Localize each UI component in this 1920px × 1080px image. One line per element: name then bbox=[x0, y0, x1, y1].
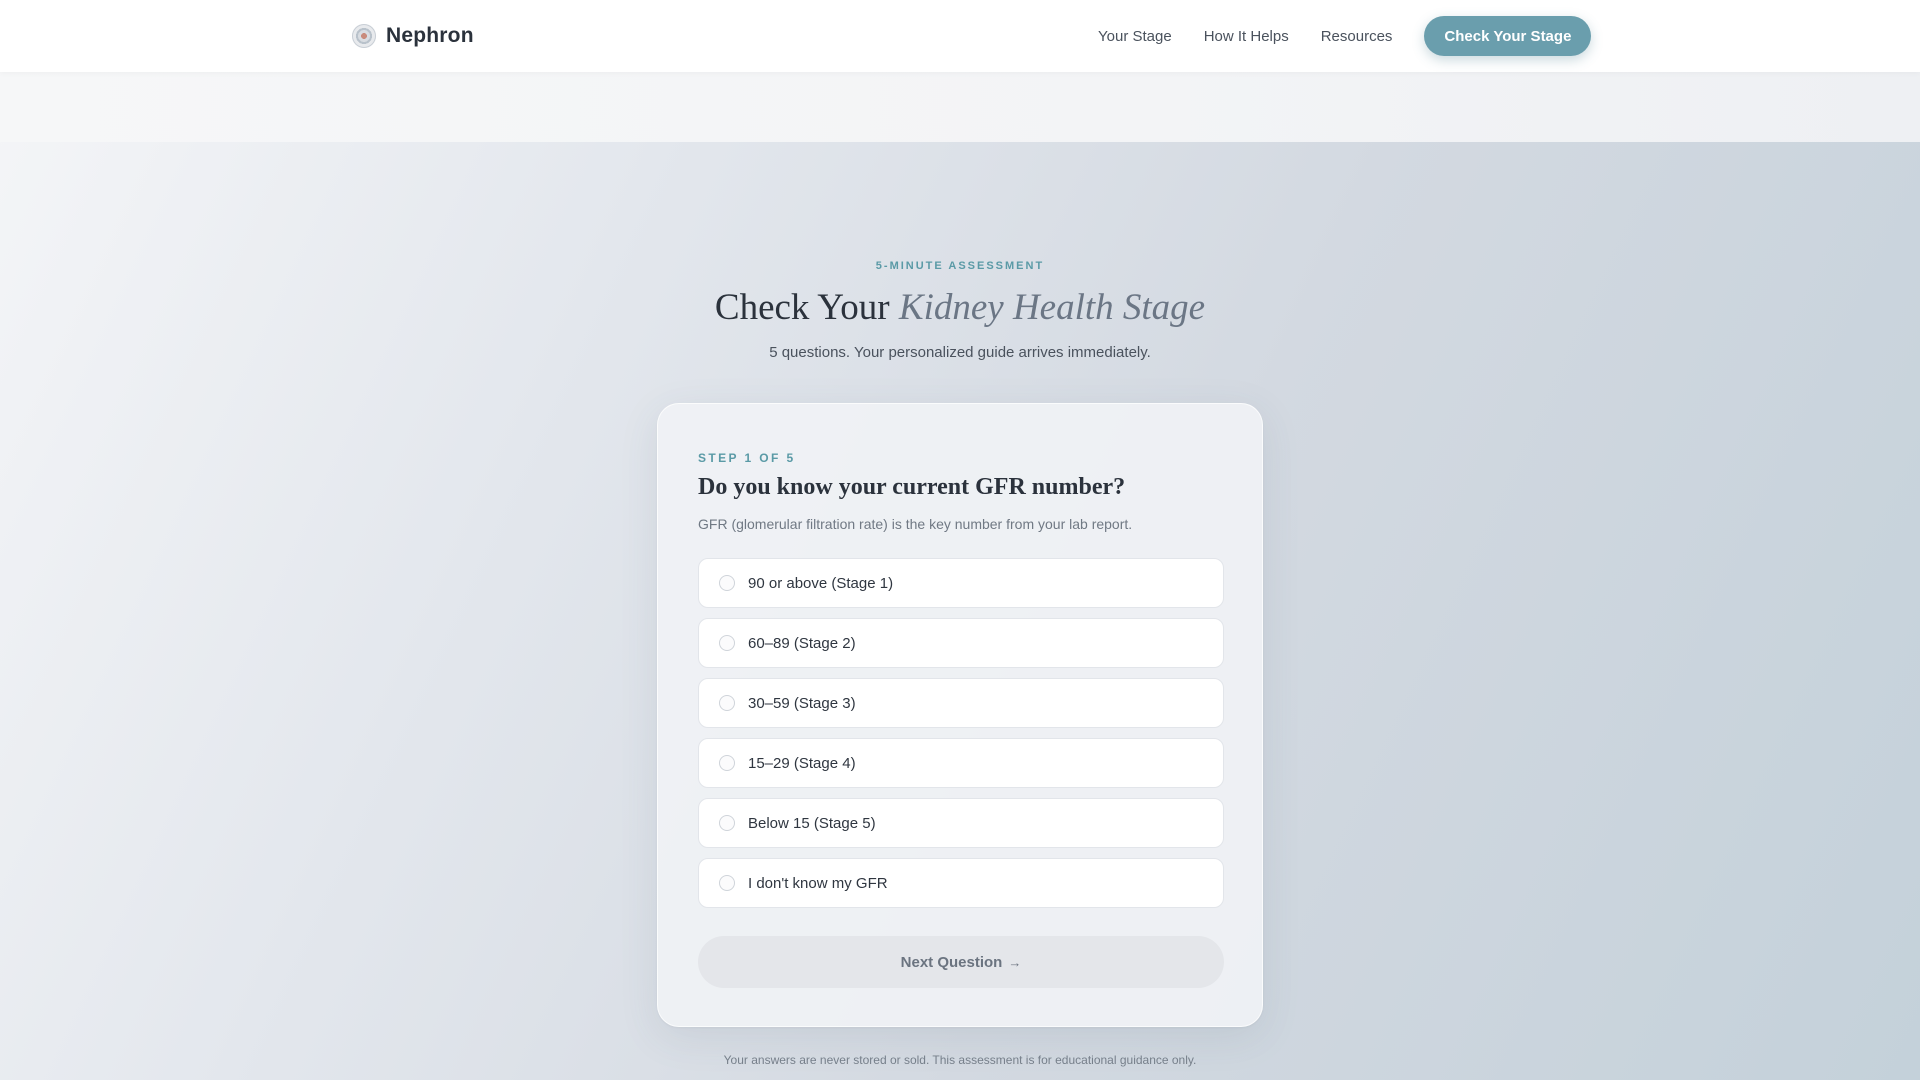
step-indicator: STEP 1 OF 5 bbox=[698, 451, 796, 465]
nav-link-how-it-helps[interactable]: How It Helps bbox=[1204, 28, 1289, 45]
answer-option-stage-5[interactable]: Below 15 (Stage 5) bbox=[698, 798, 1224, 848]
nav-link-resources[interactable]: Resources bbox=[1321, 28, 1393, 45]
radio-unchecked-icon[interactable] bbox=[719, 635, 735, 651]
privacy-footnote: Your answers are never stored or sold. T… bbox=[723, 1053, 1197, 1067]
radio-unchecked-icon[interactable] bbox=[719, 575, 735, 591]
next-question-button[interactable]: Next Question → bbox=[698, 936, 1224, 988]
kidney-logo-icon bbox=[352, 24, 376, 48]
assessment-eyebrow: 5-MINUTE ASSESSMENT bbox=[875, 260, 1045, 272]
radio-unchecked-icon[interactable] bbox=[719, 695, 735, 711]
brand-name: Nephron bbox=[386, 24, 474, 47]
check-your-stage-button[interactable]: Check Your Stage bbox=[1424, 16, 1592, 56]
answer-option-label: 30–59 (Stage 3) bbox=[748, 694, 856, 712]
hero-band bbox=[0, 72, 1920, 142]
radio-unchecked-icon[interactable] bbox=[719, 815, 735, 831]
answer-option-label: 60–89 (Stage 2) bbox=[748, 634, 856, 652]
question-help-text: GFR (glomerular filtration rate) is the … bbox=[698, 516, 1133, 532]
answer-option-label: I don't know my GFR bbox=[748, 874, 888, 892]
nav-link-your-stage[interactable]: Your Stage bbox=[1098, 28, 1172, 45]
brand[interactable]: Nephron bbox=[352, 20, 474, 52]
answer-option-label: Below 15 (Stage 5) bbox=[748, 814, 876, 832]
page-title-main: Check Your bbox=[714, 287, 890, 328]
page-subtitle: 5 questions. Your personalized guide arr… bbox=[769, 344, 1151, 361]
answer-option-unknown[interactable]: I don't know my GFR bbox=[698, 858, 1224, 908]
answer-option-stage-2[interactable]: 60–89 (Stage 2) bbox=[698, 618, 1224, 668]
answer-option-stage-4[interactable]: 15–29 (Stage 4) bbox=[698, 738, 1224, 788]
top-nav-bar: Nephron Your Stage How It Helps Resource… bbox=[0, 0, 1920, 72]
radio-unchecked-icon[interactable] bbox=[719, 875, 735, 891]
answer-option-label: 90 or above (Stage 1) bbox=[748, 574, 894, 592]
arrow-right-icon: → bbox=[1008, 954, 1022, 970]
main-nav: Your Stage How It Helps Resources Check … bbox=[1098, 16, 1592, 56]
radio-unchecked-icon[interactable] bbox=[719, 755, 735, 771]
answer-options: 90 or above (Stage 1) 60–89 (Stage 2) 30… bbox=[698, 558, 1224, 918]
page-title-accent: Kidney Health Stage bbox=[898, 287, 1206, 328]
page-title: Check Your Kidney Health Stage bbox=[0, 286, 1920, 329]
answer-option-stage-3[interactable]: 30–59 (Stage 3) bbox=[698, 678, 1224, 728]
answer-option-label: 15–29 (Stage 4) bbox=[748, 754, 856, 772]
next-question-label: Next Question bbox=[900, 953, 1003, 971]
question-text: Do you know your current GFR number? bbox=[698, 474, 1126, 500]
answer-option-stage-1[interactable]: 90 or above (Stage 1) bbox=[698, 558, 1224, 608]
quiz-card: STEP 1 OF 5 Do you know your current GFR… bbox=[657, 403, 1263, 1027]
